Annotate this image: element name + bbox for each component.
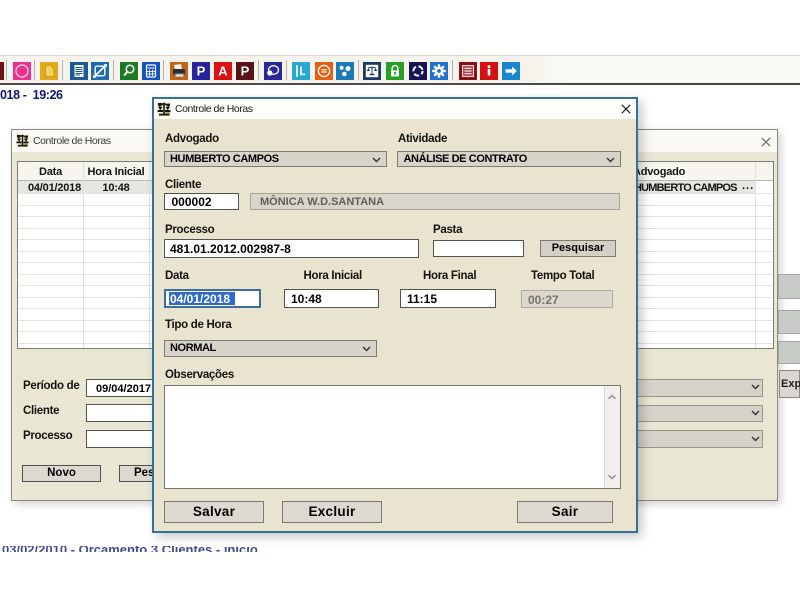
svg-text:A: A	[218, 64, 228, 79]
svg-text:P: P	[241, 64, 250, 79]
svg-text:P: P	[197, 64, 206, 79]
